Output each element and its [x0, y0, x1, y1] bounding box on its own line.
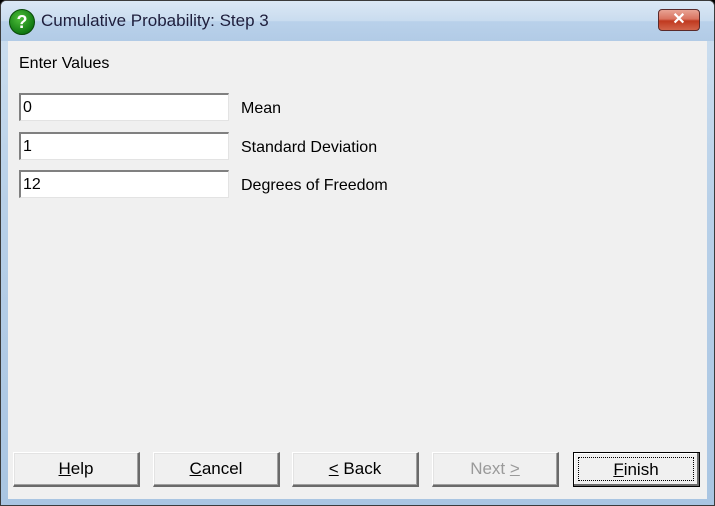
- dialog-content: Enter Values Mean Standard Deviation Deg…: [8, 41, 707, 499]
- focus-rectangle: Finish: [578, 457, 694, 481]
- next-button[interactable]: Next >: [432, 452, 559, 487]
- degrees-of-freedom-input[interactable]: [19, 170, 229, 198]
- back-label: Back: [338, 459, 382, 478]
- close-button[interactable]: ✕: [658, 9, 700, 31]
- help-label: elp: [70, 459, 94, 478]
- help-button[interactable]: Help: [13, 452, 140, 487]
- standard-deviation-label: Standard Deviation: [241, 139, 378, 156]
- next-label: Next: [470, 459, 510, 478]
- finish-label: inish: [623, 460, 659, 479]
- cancel-mnemonic: C: [189, 459, 202, 478]
- degrees-of-freedom-label: Degrees of Freedom: [241, 177, 388, 194]
- title-bar[interactable]: ? Cumulative Probability: Step 3 ✕: [1, 1, 714, 41]
- window-title: Cumulative Probability: Step 3: [41, 11, 269, 30]
- back-mnemonic: <: [328, 459, 339, 478]
- finish-mnemonic: F: [613, 460, 624, 479]
- cancel-label: ancel: [201, 459, 243, 478]
- back-button[interactable]: < Back: [292, 452, 419, 487]
- standard-deviation-input[interactable]: [19, 132, 229, 160]
- mean-label: Mean: [241, 100, 282, 117]
- dialog-window: ? Cumulative Probability: Step 3 ✕ Enter…: [0, 0, 715, 506]
- enter-values-heading: Enter Values: [19, 55, 110, 72]
- cancel-button[interactable]: Cancel: [153, 452, 280, 487]
- help-question-icon: ?: [9, 9, 35, 35]
- close-icon: ✕: [672, 11, 686, 28]
- help-mnemonic: H: [58, 459, 71, 478]
- mean-input[interactable]: [19, 93, 229, 121]
- finish-button[interactable]: Finish: [573, 452, 700, 487]
- next-mnemonic: >: [509, 459, 520, 478]
